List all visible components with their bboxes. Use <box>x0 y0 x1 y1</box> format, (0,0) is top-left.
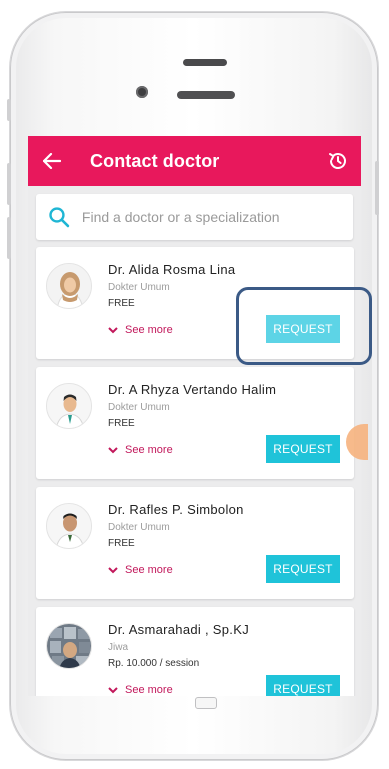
doctor-avatar <box>46 383 92 429</box>
mute-switch <box>7 99 11 121</box>
see-more-link[interactable]: See more <box>108 684 173 696</box>
doctor-price: FREE <box>108 418 135 429</box>
power-button <box>375 161 379 215</box>
top-speaker <box>183 59 227 66</box>
earpiece <box>177 91 235 99</box>
see-more-link[interactable]: See more <box>108 324 173 336</box>
request-button[interactable]: REQUEST <box>266 675 340 696</box>
app-bar: Contact doctor <box>28 136 361 186</box>
page-title: Contact doctor <box>90 150 220 171</box>
search-input[interactable] <box>81 209 341 225</box>
volume-down-button <box>7 217 11 259</box>
history-icon[interactable] <box>327 150 349 172</box>
doctor-card[interactable]: Dr. Asmarahadi , Sp.KJ Jiwa Rp. 10.000 /… <box>36 607 354 696</box>
arrow-left-icon[interactable] <box>42 151 62 171</box>
doctor-card[interactable]: Dr. Rafles P. Simbolon Dokter Umum FREE … <box>36 487 354 599</box>
request-button[interactable]: REQUEST <box>266 435 340 463</box>
request-button[interactable]: REQUEST <box>266 315 340 343</box>
front-camera <box>136 86 148 98</box>
see-more-label: See more <box>125 564 173 576</box>
see-more-label: See more <box>125 684 173 696</box>
doctor-avatar <box>46 263 92 309</box>
doctor-name: Dr. A Rhyza Vertando Halim <box>108 382 277 397</box>
doctor-specialty: Dokter Umum <box>108 282 170 293</box>
app-screen: Contact doctor Dr. Alida Rosma <box>28 136 361 696</box>
doctor-card[interactable]: Dr. Alida Rosma Lina Dokter Umum FREE Se… <box>36 247 354 359</box>
chevron-down-icon <box>108 447 118 454</box>
see-more-label: See more <box>125 444 173 456</box>
search-bar[interactable] <box>36 194 353 240</box>
home-button[interactable] <box>176 703 236 737</box>
request-button[interactable]: REQUEST <box>266 555 340 583</box>
doctor-specialty: Jiwa <box>108 642 129 653</box>
doctor-specialty: Dokter Umum <box>108 522 170 533</box>
chevron-down-icon <box>108 327 118 334</box>
doctor-name: Dr. Rafles P. Simbolon <box>108 502 244 517</box>
doctor-price: FREE <box>108 538 135 549</box>
see-more-link[interactable]: See more <box>108 444 173 456</box>
doctor-card[interactable]: Dr. A Rhyza Vertando Halim Dokter Umum F… <box>36 367 354 479</box>
doctor-name: Dr. Asmarahadi , Sp.KJ <box>108 622 249 637</box>
doctor-name: Dr. Alida Rosma Lina <box>108 262 236 277</box>
see-more-link[interactable]: See more <box>108 564 173 576</box>
search-icon <box>49 207 70 228</box>
doctor-specialty: Dokter Umum <box>108 402 170 413</box>
see-more-label: See more <box>125 324 173 336</box>
doctor-price: Rp. 10.000 / session <box>108 658 200 669</box>
doctor-avatar <box>46 503 92 549</box>
doctor-price: FREE <box>108 298 135 309</box>
chevron-down-icon <box>108 687 118 694</box>
doctor-avatar <box>46 623 92 669</box>
volume-up-button <box>7 163 11 205</box>
chevron-down-icon <box>108 567 118 574</box>
